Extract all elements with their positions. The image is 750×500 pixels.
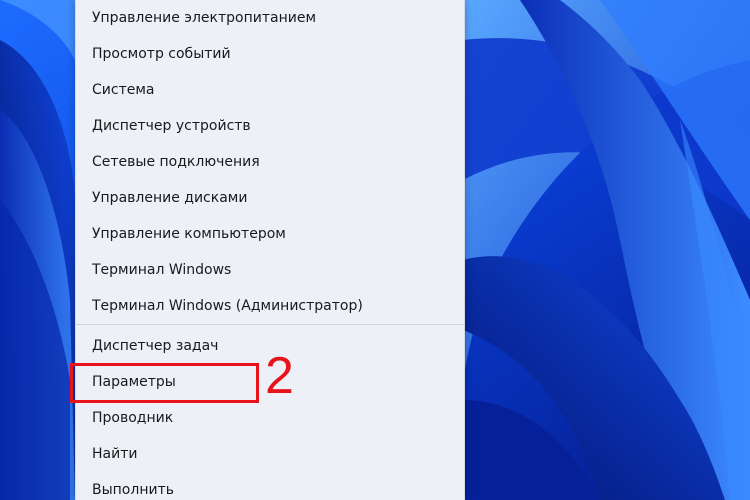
menu-item-windows-terminal-admin[interactable]: Терминал Windows (Администратор) [92, 291, 363, 321]
menu-item-system[interactable]: Система [92, 75, 154, 105]
desktop: Управление электропитанием Просмотр собы… [0, 0, 750, 500]
winx-context-menu: Управление электропитанием Просмотр собы… [75, 0, 465, 500]
menu-separator [76, 324, 464, 325]
menu-item-windows-terminal[interactable]: Терминал Windows [92, 255, 231, 285]
annotation-step-number: 2 [265, 347, 294, 405]
menu-item-task-manager[interactable]: Диспетчер задач [92, 331, 218, 361]
menu-item-device-manager[interactable]: Диспетчер устройств [92, 111, 251, 141]
menu-item-computer-management[interactable]: Управление компьютером [92, 219, 286, 249]
annotation-highlight-box [70, 363, 259, 403]
menu-item-run[interactable]: Выполнить [92, 475, 174, 500]
menu-item-search[interactable]: Найти [92, 439, 137, 469]
menu-item-event-viewer[interactable]: Просмотр событий [92, 39, 231, 69]
menu-item-power-options[interactable]: Управление электропитанием [92, 3, 316, 33]
menu-item-disk-management[interactable]: Управление дисками [92, 183, 247, 213]
menu-item-network-connections[interactable]: Сетевые подключения [92, 147, 260, 177]
menu-item-file-explorer[interactable]: Проводник [92, 403, 173, 433]
